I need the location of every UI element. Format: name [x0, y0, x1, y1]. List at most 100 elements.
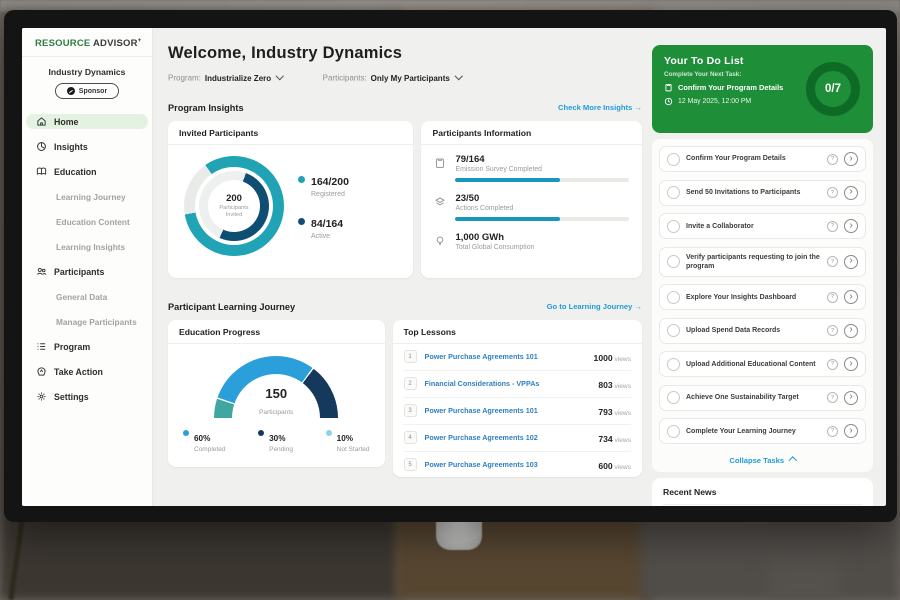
participants-filter[interactable]: Participants:Only My Participants — [323, 73, 462, 83]
sidebar-item-learning-insights[interactable]: Learning Insights — [26, 239, 148, 254]
sidebar-item-label: Program — [54, 342, 90, 352]
todo-item[interactable]: Send 50 Invitations to Participants ? › — [659, 180, 866, 206]
chevron-right-icon[interactable]: › — [844, 357, 858, 371]
sidebar-item-label: Education — [54, 167, 97, 177]
learning-cards-row: Education Progress 150 Participants — [168, 320, 642, 477]
todo-item[interactable]: Complete Your Learning Journey ? › — [659, 418, 866, 444]
checkbox[interactable] — [667, 255, 680, 268]
stat-actions: 23/50 Actions Completed — [434, 193, 629, 221]
todo-item[interactable]: Achieve One Sustainability Target ? › — [659, 385, 866, 411]
collapse-tasks-link[interactable]: Collapse Tasks — [659, 452, 866, 468]
todo-item-label: Verify participants requesting to join t… — [686, 253, 821, 271]
chevron-right-icon[interactable]: › — [844, 424, 858, 438]
go-to-learning-journey-link[interactable]: Go to Learning Journey → — [547, 302, 642, 311]
donut-legend: 164/200 Registered 84/164 Active — [298, 172, 349, 240]
checkbox[interactable] — [667, 186, 680, 199]
info-icon[interactable]: ? — [827, 359, 838, 370]
checkbox[interactable] — [667, 425, 680, 438]
todo-item[interactable]: Verify participants requesting to join t… — [659, 247, 866, 277]
legend-label: Not Started — [337, 446, 370, 453]
legend-item-active: 84/164 Active — [298, 214, 349, 240]
legend-dot — [183, 430, 189, 436]
legend-pct: 30% — [269, 434, 285, 443]
check-more-insights-link[interactable]: Check More Insights → — [558, 103, 642, 112]
info-icon[interactable]: ? — [827, 256, 838, 267]
sidebar-item-participants[interactable]: Participants — [26, 264, 148, 279]
lesson-link[interactable]: Power Purchase Agreements 101 — [425, 352, 586, 361]
sidebar-item-learning-journey[interactable]: Learning Journey — [26, 189, 148, 204]
checkbox[interactable] — [667, 358, 680, 371]
legend-label: Completed — [194, 446, 225, 453]
gauge-center-label: Participants — [259, 409, 293, 416]
chevron-right-icon[interactable]: › — [844, 324, 858, 338]
card-title: Education Progress — [168, 320, 385, 344]
checkbox[interactable] — [667, 153, 680, 166]
todo-item[interactable]: Upload Spend Data Records ? › — [659, 318, 866, 344]
sidebar-item-home[interactable]: Home — [26, 114, 148, 129]
education-icon — [36, 166, 47, 177]
chevron-right-icon[interactable]: › — [844, 152, 858, 166]
todo-item[interactable]: Upload Additional Educational Content ? … — [659, 351, 866, 377]
legend-dot — [258, 430, 264, 436]
insights-cards-row: Invited Participants 200 Participants In… — [168, 121, 642, 278]
todo-item[interactable]: Confirm Your Program Details ? › — [659, 146, 866, 172]
lesson-link[interactable]: Power Purchase Agreements 102 — [425, 433, 591, 442]
info-icon[interactable]: ? — [827, 187, 838, 198]
program-filter[interactable]: Program:Industrialize Zero — [168, 73, 283, 83]
todo-item-label: Invite a Collaborator — [686, 222, 821, 231]
participants-icon — [36, 266, 47, 277]
info-icon[interactable]: ? — [827, 221, 838, 232]
todo-item-label: Upload Additional Educational Content — [686, 360, 821, 369]
sidebar-item-take-action[interactable]: Take Action — [26, 364, 148, 379]
participants-filter-value: Only My Participants — [371, 74, 450, 83]
chevron-right-icon[interactable]: › — [844, 391, 858, 405]
sidebar-item-education[interactable]: Education — [26, 164, 148, 179]
todo-item[interactable]: Invite a Collaborator ? › — [659, 213, 866, 239]
legend-label: Pending — [269, 446, 293, 453]
views-word: views — [613, 356, 631, 363]
lesson-link[interactable]: Power Purchase Agreements 101 — [425, 406, 591, 415]
legend-item-not-started: 10% Not Started — [326, 428, 370, 453]
lesson-link[interactable]: Financial Considerations - VPPAs — [425, 379, 591, 388]
chevron-right-icon[interactable]: › — [844, 255, 858, 269]
info-icon[interactable]: ? — [827, 325, 838, 336]
education-progress-card: Education Progress 150 Participants — [168, 320, 385, 467]
sidebar-item-insights[interactable]: Insights — [26, 139, 148, 154]
sidebar-item-program[interactable]: Program — [26, 339, 148, 354]
legend-item-pending: 30% Pending — [258, 428, 293, 453]
info-icon[interactable]: ? — [827, 154, 838, 165]
chevron-right-icon[interactable]: › — [844, 219, 858, 233]
logo-advisor: ADVISOR — [93, 38, 138, 49]
chevron-right-icon[interactable]: › — [844, 290, 858, 304]
gauge-legend: 60% Completed 30% Pending 10% — [168, 419, 385, 453]
checkbox[interactable] — [667, 291, 680, 304]
clipboard-icon — [664, 83, 673, 92]
lesson-link[interactable]: Power Purchase Agreements 103 — [425, 460, 591, 469]
settings-icon — [36, 391, 47, 402]
checkbox[interactable] — [667, 220, 680, 233]
actions-icon — [434, 196, 446, 208]
org-name: Industry Dynamics — [22, 67, 152, 77]
donut-center-label: Participants Invited — [214, 205, 254, 219]
invited-participants-card: Invited Participants 200 Participants In… — [168, 121, 413, 278]
lesson-rank: 3 — [404, 404, 417, 417]
checkbox[interactable] — [667, 391, 680, 404]
home-icon — [36, 116, 47, 127]
recent-news-heading: Recent News — [663, 487, 862, 497]
sidebar-item-label: Learning Insights — [56, 242, 125, 252]
sidebar-item-education-content[interactable]: Education Content — [26, 214, 148, 229]
checkbox[interactable] — [667, 324, 680, 337]
info-icon[interactable]: ? — [827, 292, 838, 303]
photo-scene: RESOURCE ADVISOR+ Industry Dynamics Spon… — [0, 0, 900, 600]
sidebar-item-manage-participants[interactable]: Manage Participants — [26, 314, 148, 329]
logo-plus: + — [138, 37, 142, 44]
sidebar-item-label: Manage Participants — [56, 317, 137, 327]
todo-item-label: Achieve One Sustainability Target — [686, 393, 821, 402]
sidebar-item-settings[interactable]: Settings — [26, 389, 148, 404]
info-icon[interactable]: ? — [827, 392, 838, 403]
sidebar-item-general-data[interactable]: General Data — [26, 289, 148, 304]
lesson-views: 793 views — [598, 402, 631, 420]
info-icon[interactable]: ? — [827, 426, 838, 437]
todo-item[interactable]: Explore Your Insights Dashboard ? › — [659, 284, 866, 310]
chevron-right-icon[interactable]: › — [844, 186, 858, 200]
